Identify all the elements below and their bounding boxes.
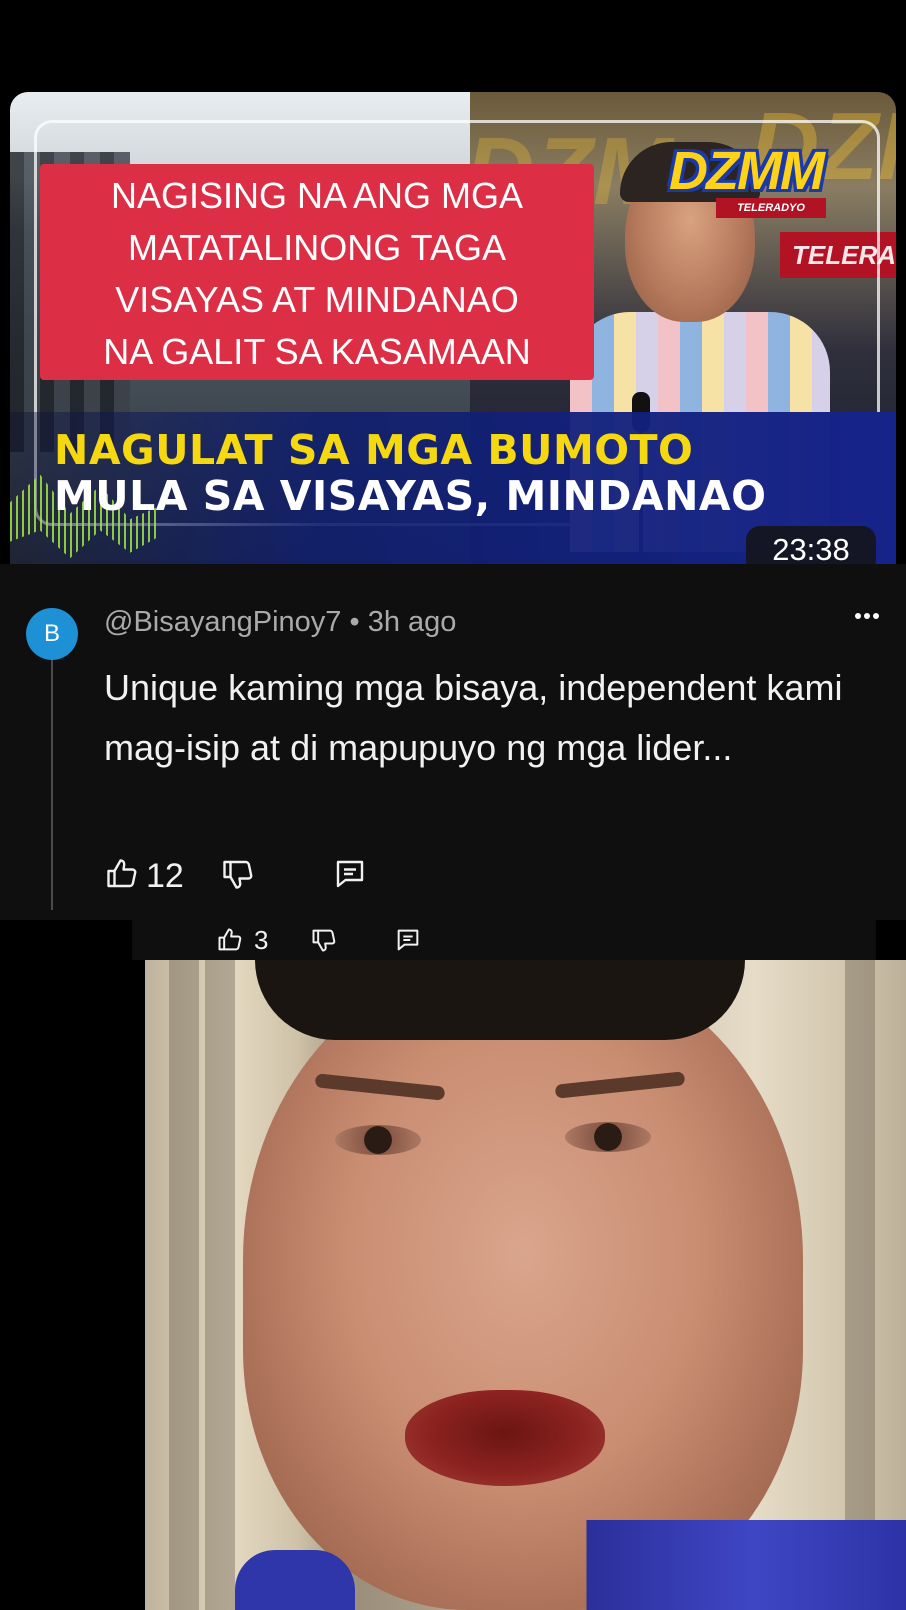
- overlay-caption: NAGISING NA ANG MGA MATATALINONG TAGA VI…: [40, 164, 594, 380]
- lips: [405, 1390, 605, 1486]
- video-duration-badge: 23:38: [746, 526, 876, 564]
- avatar[interactable]: B: [26, 608, 78, 660]
- comment-icon[interactable]: [332, 854, 368, 899]
- headline-line-2: MULA SA VISAYAS, MINDANAO: [54, 472, 767, 520]
- face: [243, 960, 803, 1610]
- comment-icon[interactable]: [394, 924, 422, 961]
- comment-card: B @BisayangPinoy7 • 3h ago Unique kaming…: [0, 564, 906, 920]
- comment-meta: @BisayangPinoy7 • 3h ago: [104, 606, 456, 639]
- thread-line: [51, 636, 53, 910]
- overlay-caption-line: NA GALIT SA KASAMAAN: [103, 331, 531, 372]
- comment-text: Unique kaming mga bisaya, independent ka…: [104, 667, 843, 768]
- thumbs-down-icon[interactable]: [220, 854, 256, 899]
- right-eye: [565, 1122, 651, 1152]
- curtain-fold: [169, 960, 199, 1610]
- overlay-caption-line: MATATALINONG TAGA: [127, 227, 507, 268]
- reply-like-count: 3: [254, 925, 269, 955]
- curtain-fold: [845, 960, 875, 1610]
- like-count: 12: [146, 857, 184, 895]
- meta-separator: •: [349, 606, 360, 638]
- headline-line-1: NAGULAT SA MGA BUMOTO: [54, 426, 694, 474]
- curtain-fold: [205, 960, 235, 1610]
- dzmm-logo: DZMM TELERADYO: [660, 142, 832, 218]
- thumbs-up-icon[interactable]: [216, 924, 244, 961]
- overlay-caption-line: NAGISING NA ANG MGA: [110, 175, 524, 216]
- left-eye: [335, 1125, 421, 1155]
- reply-actions: 3: [132, 920, 876, 960]
- shirt-shoulder: [235, 1550, 355, 1610]
- thumbs-down-icon[interactable]: [310, 924, 338, 961]
- more-icon[interactable]: [852, 600, 882, 638]
- comment-time: 3h ago: [367, 606, 457, 638]
- hair: [255, 960, 745, 1040]
- thumbs-up-icon[interactable]: [104, 854, 140, 899]
- video-thumbnail[interactable]: DZM DZM TELERA DZMM TELERADYO NAGISING N…: [10, 92, 896, 564]
- overlay-caption-line: VISAYAS AT MINDANAO: [115, 279, 519, 320]
- comment-author[interactable]: @BisayangPinoy7: [104, 606, 341, 638]
- webcam-video: [145, 960, 906, 1610]
